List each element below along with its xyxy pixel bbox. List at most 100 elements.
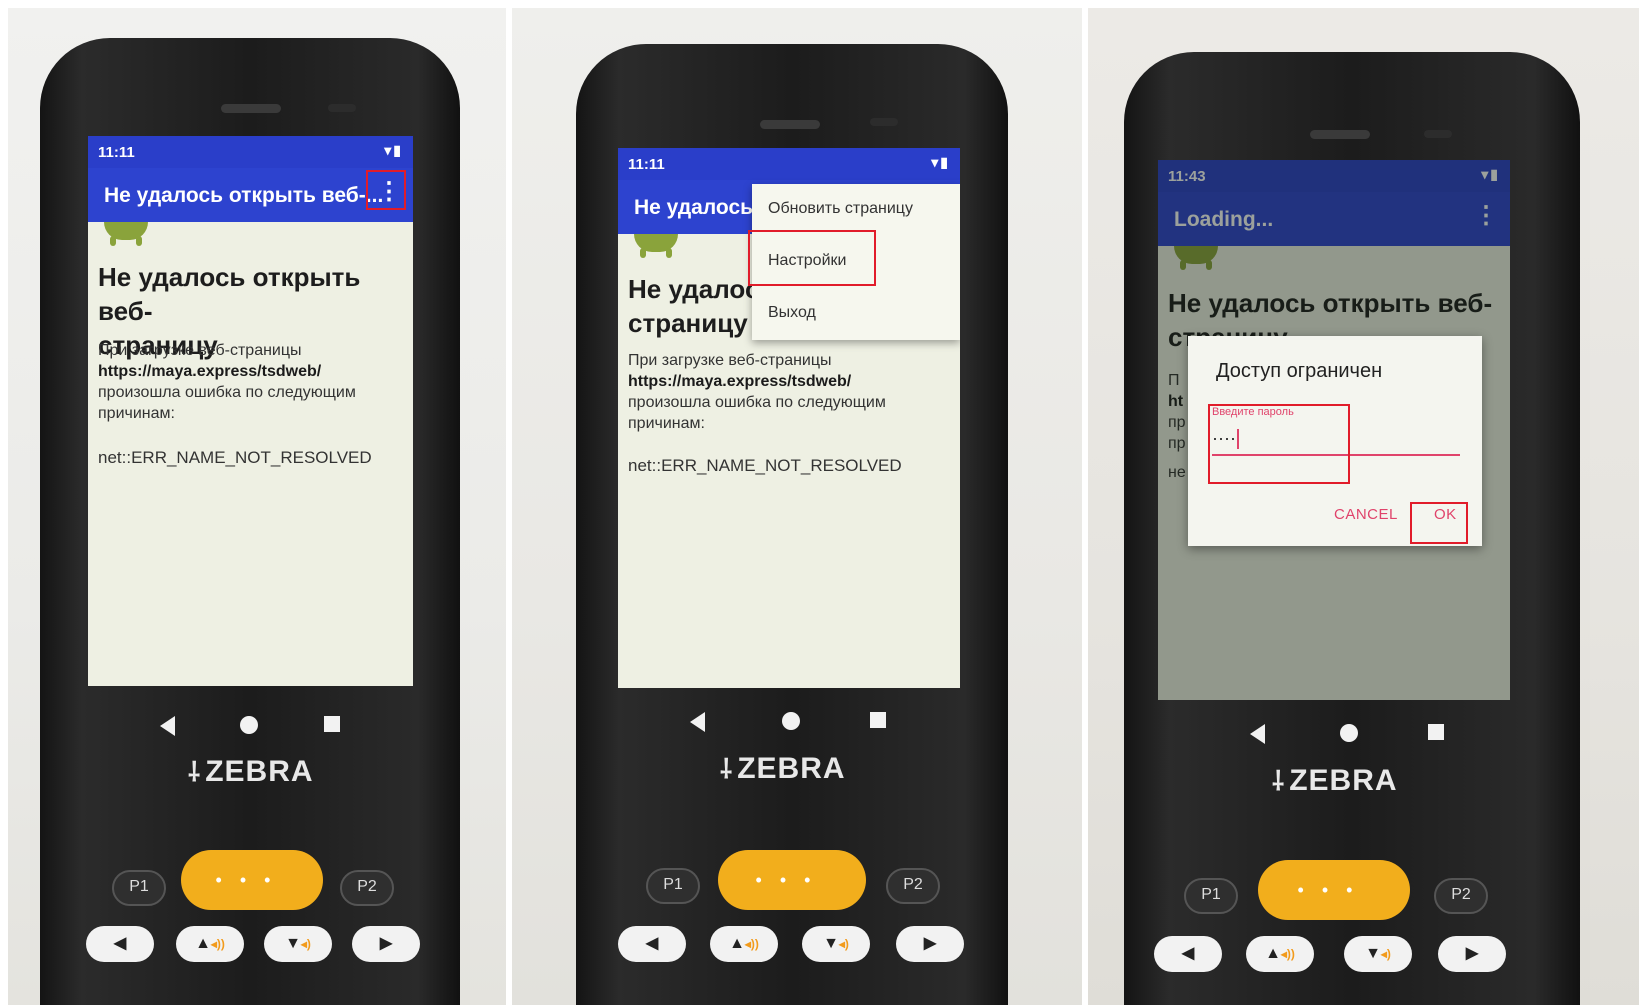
nav-home-icon[interactable] [782, 712, 800, 730]
down-volume-key[interactable]: ▼◂) [264, 926, 332, 962]
up-volume-key[interactable]: ▲◂)) [1246, 936, 1314, 972]
up-volume-key[interactable]: ▲◂)) [710, 926, 778, 962]
system-nav-bar [160, 708, 360, 748]
nav-recent-icon[interactable] [870, 712, 886, 728]
right-arrow-key[interactable]: ▶ [1438, 936, 1506, 972]
p2-key[interactable]: P2 [886, 868, 940, 904]
error-heading-line-1: Не удалось открыть веб- [98, 262, 361, 326]
nav-recent-icon[interactable] [324, 716, 340, 732]
p1-key[interactable]: P1 [1184, 878, 1238, 914]
highlight-password-field [1208, 404, 1350, 484]
nav-back-icon[interactable] [1250, 724, 1265, 744]
device-sensor [870, 118, 898, 126]
wifi-battery-icon: ▾▮ [384, 142, 403, 158]
photo-panel-3: 11:43 ▾▮ Loading... ⋮ Не удалось открыть… [1088, 8, 1639, 1005]
volume-down-icon: ◂) [1380, 947, 1391, 961]
dialog-title: Доступ ограничен [1216, 360, 1383, 382]
down-volume-key[interactable]: ▼◂) [1344, 936, 1412, 972]
highlight-settings-item [748, 230, 876, 286]
highlight-ok-button [1410, 502, 1468, 544]
error-text-line-3: произошла ошибка по следующим [628, 394, 886, 411]
up-arrow-icon: ▲ [195, 935, 211, 952]
app-bar: Не удалось открыть веб-... ⋮ [88, 168, 413, 222]
p1-key[interactable]: P1 [112, 870, 166, 906]
volume-up-icon: ◂)) [1280, 947, 1295, 961]
wifi-battery-icon: ▾▮ [931, 154, 950, 170]
zebra-logo-icon: ⸸ [1272, 766, 1286, 796]
right-arrow-key[interactable]: ▶ [896, 926, 964, 962]
photo-panel-2: 11:11 ▾▮ Не удалось Не удалос страницу П… [512, 8, 1082, 1005]
error-heading: Не удалос страницу [628, 272, 759, 340]
scan-key[interactable]: ••• [718, 850, 866, 910]
android-robot-icon [634, 234, 678, 258]
nav-back-icon[interactable] [690, 712, 705, 732]
device-sensor [1424, 130, 1452, 138]
status-time: 11:11 [98, 144, 135, 161]
error-text-line-1: При загрузке веб-страницы [628, 352, 832, 369]
error-description: При загрузке веб-страницы https://maya.e… [628, 350, 886, 434]
down-arrow-icon: ▼ [823, 935, 839, 952]
right-arrow-key[interactable]: ▶ [352, 926, 420, 962]
up-volume-key[interactable]: ▲◂)) [176, 926, 244, 962]
brand-name: ZEBRA [205, 755, 314, 788]
android-robot-icon [104, 222, 148, 246]
webview-content: Не удалось открыть веб- страницу При заг… [88, 222, 413, 686]
down-arrow-icon: ▼ [285, 935, 301, 952]
photo-panel-1: 11:11 ▾▮ Не удалось открыть веб-... ⋮ Не… [8, 8, 506, 1005]
device-screen: 11:11 ▾▮ Не удалось Не удалос страницу П… [618, 148, 960, 688]
nav-home-icon[interactable] [240, 716, 258, 734]
volume-down-icon: ◂) [838, 937, 849, 951]
error-text-line-3: произошла ошибка по следующим [98, 384, 356, 401]
up-arrow-icon: ▲ [1265, 945, 1281, 962]
error-text-line-4: причинам: [98, 405, 175, 422]
device-speaker [221, 104, 281, 113]
error-text-line-4: причинам: [628, 415, 705, 432]
status-bar: 11:11 ▾▮ [618, 148, 960, 180]
app-bar-title: Не удалось открыть веб-... [104, 184, 384, 207]
volume-up-icon: ◂)) [744, 937, 759, 951]
brand-name: ZEBRA [1289, 764, 1398, 797]
scan-key[interactable]: ••• [181, 850, 323, 910]
device-sensor [328, 104, 356, 112]
device-speaker [760, 120, 820, 129]
nav-back-icon[interactable] [160, 716, 175, 736]
zebra-brand-logo: ⸸ ZEBRA [188, 753, 314, 789]
cancel-button[interactable]: CANCEL [1334, 506, 1398, 523]
status-bar: 11:11 ▾▮ [88, 136, 413, 168]
up-arrow-icon: ▲ [729, 935, 745, 952]
error-text-line-1: При загрузке веб-страницы [98, 342, 302, 359]
error-code: net::ERR_NAME_NOT_RESOLVED [98, 448, 372, 467]
system-nav-bar [1250, 716, 1470, 756]
menu-item-exit[interactable]: Выход [768, 304, 816, 322]
down-arrow-icon: ▼ [1365, 945, 1381, 962]
brand-name: ZEBRA [737, 752, 846, 785]
status-time: 11:11 [628, 156, 665, 173]
zebra-logo-icon: ⸸ [720, 754, 734, 784]
left-arrow-key[interactable]: ◀ [1154, 936, 1222, 972]
nav-recent-icon[interactable] [1428, 724, 1444, 740]
volume-down-icon: ◂) [300, 937, 311, 951]
error-description: При загрузке веб-страницы https://maya.e… [98, 340, 356, 424]
menu-item-refresh[interactable]: Обновить страницу [768, 200, 913, 218]
error-url[interactable]: https://maya.express/tsdweb/ [98, 363, 321, 380]
error-heading-line-1: Не удалос [628, 274, 760, 304]
error-heading-line-2: страницу [628, 308, 748, 338]
left-arrow-key[interactable]: ◀ [618, 926, 686, 962]
app-bar-title: Не удалось [634, 196, 754, 219]
left-arrow-key[interactable]: ◀ [86, 926, 154, 962]
down-volume-key[interactable]: ▼◂) [802, 926, 870, 962]
p1-key[interactable]: P1 [646, 868, 700, 904]
device-speaker [1310, 130, 1370, 139]
zebra-logo-icon: ⸸ [188, 757, 202, 787]
error-code: net::ERR_NAME_NOT_RESOLVED [628, 456, 902, 475]
system-nav-bar [690, 704, 910, 744]
device-screen: 11:11 ▾▮ Не удалось открыть веб-... ⋮ Не… [88, 136, 413, 686]
volume-up-icon: ◂)) [210, 937, 225, 951]
scan-key[interactable]: ••• [1258, 860, 1410, 920]
nav-home-icon[interactable] [1340, 724, 1358, 742]
p2-key[interactable]: P2 [1434, 878, 1488, 914]
zebra-brand-logo: ⸸ ZEBRA [1272, 762, 1398, 798]
error-url[interactable]: https://maya.express/tsdweb/ [628, 373, 851, 390]
highlight-overflow-menu [366, 170, 406, 210]
p2-key[interactable]: P2 [340, 870, 394, 906]
